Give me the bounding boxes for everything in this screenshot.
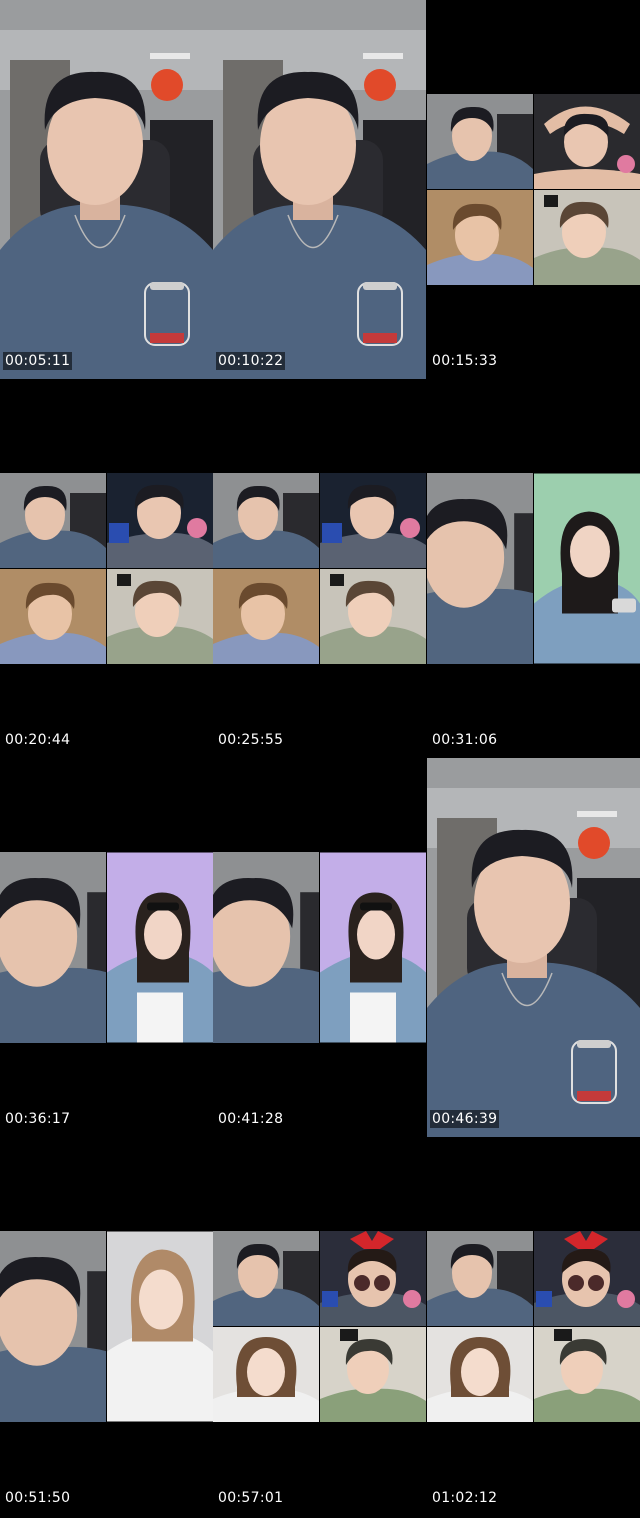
- grid-tile: [213, 569, 319, 664]
- frame-image: [320, 569, 426, 664]
- thumbnail-row-1: 00:05:11 00:10:22 00:15:33: [0, 0, 640, 379]
- grid-tile: [0, 1231, 106, 1422]
- frame-image: [534, 1231, 640, 1326]
- frame-image: [534, 1327, 640, 1422]
- grid-tile: [427, 94, 533, 189]
- thumbnail-1[interactable]: 00:05:11: [0, 0, 213, 379]
- video-frame: [0, 473, 213, 664]
- video-frame: [213, 0, 426, 379]
- grid-tile: [534, 94, 640, 189]
- timestamp: 00:41:28: [218, 1111, 284, 1127]
- thumbnail-5[interactable]: 00:25:55: [213, 379, 426, 758]
- grid-tile: [107, 852, 213, 1043]
- frame-image: [427, 94, 533, 189]
- frame-image: [107, 569, 213, 664]
- frame-image: [0, 473, 106, 568]
- timestamp: 00:15:33: [432, 353, 498, 369]
- thumbnail-8[interactable]: 00:41:28: [213, 758, 426, 1137]
- frame-image: [213, 852, 319, 1043]
- thumbnail-6[interactable]: 00:31:06: [427, 379, 640, 758]
- frame-image: [427, 1231, 533, 1326]
- video-frame: [213, 1231, 426, 1422]
- grid-tile: [534, 190, 640, 285]
- frame-image: [427, 190, 533, 285]
- timestamp: 00:46:39: [430, 1110, 500, 1128]
- thumbnail-row-3: 00:36:17 00:41:28 00:46:39: [0, 758, 640, 1137]
- timestamp: 00:57:01: [218, 1490, 284, 1506]
- timestamp: 00:20:44: [5, 732, 71, 748]
- frame-image: [534, 473, 640, 664]
- video-frame: [427, 473, 640, 664]
- frame-image: [320, 852, 426, 1043]
- grid-tile: [320, 473, 426, 568]
- video-frame: [213, 852, 426, 1043]
- grid-tile: [427, 1327, 533, 1422]
- frame-image: [0, 569, 106, 664]
- grid-tile: [534, 473, 640, 664]
- grid-tile: [427, 190, 533, 285]
- video-frame: [0, 852, 213, 1043]
- frame-image: [0, 1231, 106, 1422]
- frame-image: [534, 94, 640, 189]
- video-frame: [427, 94, 640, 285]
- grid-tile: [427, 1231, 533, 1326]
- timestamp: 00:51:50: [5, 1490, 71, 1506]
- grid-tile: [0, 852, 106, 1043]
- frame-image: [534, 190, 640, 285]
- thumbnail-11[interactable]: 00:57:01: [213, 1137, 426, 1516]
- thumbnail-7[interactable]: 00:36:17: [0, 758, 213, 1137]
- frame-image: [427, 758, 640, 1137]
- timestamp: 01:02:12: [432, 1490, 498, 1506]
- thumbnail-4[interactable]: 00:20:44: [0, 379, 213, 758]
- video-frame: [427, 758, 640, 1137]
- frame-image: [427, 1327, 533, 1422]
- frame-image: [213, 1231, 319, 1326]
- video-frame: [0, 1231, 213, 1422]
- thumbnail-row-2: 00:20:44 00:25:55 00:31:06: [0, 379, 640, 758]
- frame-image: [0, 852, 106, 1043]
- frame-image: [0, 0, 213, 379]
- frame-image: [107, 852, 213, 1043]
- frame-image: [320, 473, 426, 568]
- frame-image: [107, 1231, 213, 1422]
- timestamp: 00:31:06: [432, 732, 498, 748]
- thumbnail-12[interactable]: 01:02:12: [427, 1137, 640, 1516]
- video-frame: [427, 1231, 640, 1422]
- grid-tile: [107, 473, 213, 568]
- grid-tile: [107, 1231, 213, 1422]
- grid-tile: [320, 569, 426, 664]
- frame-image: [107, 473, 213, 568]
- frame-image: [213, 569, 319, 664]
- grid-tile: [0, 473, 106, 568]
- grid-tile: [213, 1327, 319, 1422]
- timestamp: 00:25:55: [218, 732, 284, 748]
- grid-tile: [427, 473, 533, 664]
- grid-tile: [320, 1327, 426, 1422]
- grid-tile: [320, 1231, 426, 1326]
- grid-tile: [0, 569, 106, 664]
- timestamp: 00:10:22: [216, 352, 286, 370]
- grid-tile: [213, 473, 319, 568]
- grid-tile: [107, 569, 213, 664]
- thumbnail-row-4: 00:51:50 00:57:01 01:02:12: [0, 1137, 640, 1516]
- grid-tile: [213, 1231, 319, 1326]
- video-frame: [213, 473, 426, 664]
- timestamp: 00:36:17: [5, 1111, 71, 1127]
- thumbnail-9[interactable]: 00:46:39: [427, 758, 640, 1137]
- frame-image: [427, 473, 533, 664]
- frame-image: [320, 1327, 426, 1422]
- grid-tile: [534, 1231, 640, 1326]
- frame-image: [213, 0, 426, 379]
- thumbnail-10[interactable]: 00:51:50: [0, 1137, 213, 1516]
- thumbnail-2[interactable]: 00:10:22: [213, 0, 426, 379]
- timestamp: 00:05:11: [3, 352, 73, 370]
- thumbnail-3[interactable]: 00:15:33: [427, 0, 640, 379]
- grid-tile: [534, 1327, 640, 1422]
- grid-tile: [320, 852, 426, 1043]
- frame-image: [320, 1231, 426, 1326]
- frame-image: [213, 473, 319, 568]
- frame-image: [213, 1327, 319, 1422]
- grid-tile: [213, 852, 319, 1043]
- video-frame: [0, 0, 213, 379]
